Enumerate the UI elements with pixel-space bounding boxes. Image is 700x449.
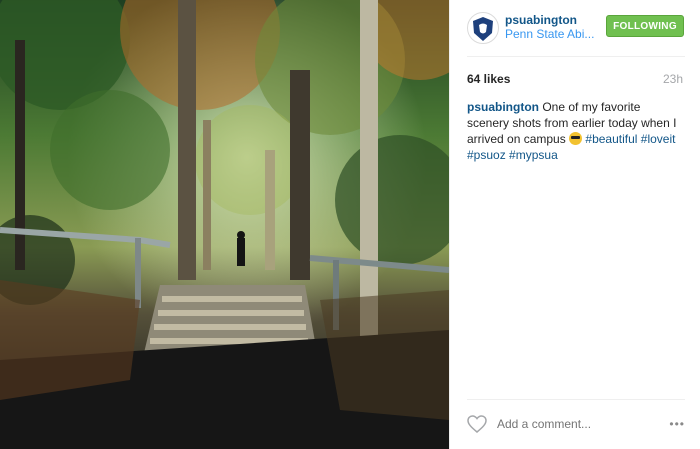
footer-divider (467, 399, 685, 400)
caption-username[interactable]: psuabington (467, 100, 539, 114)
post-details-panel: psuabington Penn State Abi... FOLLOWING … (449, 0, 700, 449)
hashtag-link[interactable]: #beautiful (585, 132, 637, 146)
post-location[interactable]: Penn State Abi... (505, 27, 594, 41)
post-photo[interactable] (0, 0, 449, 449)
campus-stairs-photo (0, 0, 449, 449)
heart-icon[interactable] (467, 415, 487, 433)
post-caption: psuabington One of my favorite scenery s… (467, 99, 685, 163)
hashtag-link[interactable]: #mypsua (509, 148, 558, 162)
following-button[interactable]: FOLLOWING (606, 15, 684, 37)
sunglasses-emoji-icon (569, 132, 583, 145)
avatar[interactable] (467, 12, 499, 44)
comment-bar: ••• (467, 411, 685, 437)
more-options-icon[interactable]: ••• (669, 417, 685, 431)
post-username[interactable]: psuabington (505, 13, 577, 27)
likes-count[interactable]: 64 likes (467, 72, 510, 86)
header-divider (467, 56, 685, 57)
post-time[interactable]: 23h (663, 72, 683, 86)
post-header: psuabington Penn State Abi... FOLLOWING (467, 10, 687, 46)
penn-state-logo-icon (473, 17, 493, 41)
hashtag-link[interactable]: #psuoz (467, 148, 506, 162)
comment-input[interactable] (497, 417, 657, 431)
hashtag-link[interactable]: #loveit (641, 132, 676, 146)
